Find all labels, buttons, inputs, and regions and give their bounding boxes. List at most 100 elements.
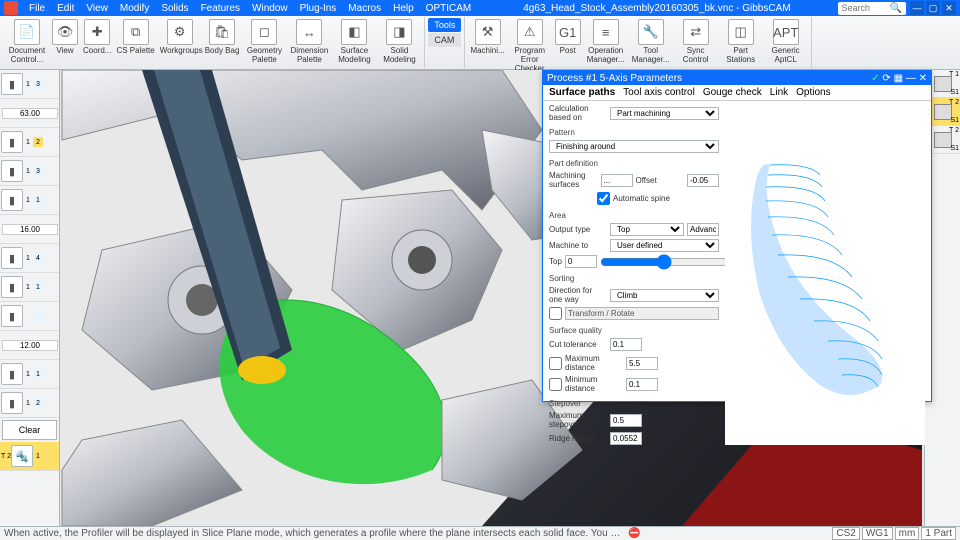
tab-link[interactable]: Link — [770, 87, 788, 98]
left-tool-row[interactable]: ▮14 — [0, 244, 59, 273]
advanced-btn[interactable] — [687, 223, 719, 236]
tab-surface-paths[interactable]: Surface paths — [549, 87, 615, 98]
dialog-refresh-icon[interactable]: ⟳ — [882, 73, 890, 84]
ribbon-btn-2[interactable]: ✚Coord... — [81, 18, 113, 65]
search-box[interactable]: 🔍 — [838, 2, 906, 15]
window-controls: — ▢ ✕ — [910, 1, 956, 15]
ridge-input[interactable] — [610, 432, 642, 445]
left-tool-row[interactable]: ▮13 — [0, 157, 59, 186]
tool-value-row: 63.00 — [0, 99, 59, 128]
search-input[interactable] — [842, 3, 887, 13]
partdef-heading: Part definition — [549, 159, 719, 168]
menu-opticam[interactable]: OPTICAM — [421, 2, 477, 15]
ribbon-label: Tool Manager... — [631, 46, 671, 64]
menu-features[interactable]: Features — [196, 2, 245, 15]
dialog-check-icon[interactable]: ✓ — [871, 73, 879, 84]
badge: 1 — [33, 195, 43, 205]
ribbon-icon: ◻ — [251, 19, 277, 45]
search-icon[interactable]: 🔍 — [890, 3, 902, 14]
ribbon-tab-cam[interactable]: CAM — [428, 33, 461, 47]
tool-icon: ▮ — [1, 363, 23, 385]
ribbon-label: Coord... — [83, 46, 111, 55]
top-slider[interactable] — [600, 257, 729, 267]
ribbon-btn2-5[interactable]: ⇄Sync Control — [674, 18, 718, 74]
ribbon-btn2-0[interactable]: ⚒Machini... — [468, 18, 506, 74]
ribbon-btn-7[interactable]: ↔Dimension Palette — [287, 18, 331, 65]
left-tool-row[interactable]: ▮11 — [0, 273, 59, 302]
pattern-select[interactable]: Finishing around — [549, 140, 719, 153]
ribbon: 📄Document Control...👁View✚Coord...⧉CS Pa… — [0, 16, 960, 70]
tab-tool-axis[interactable]: Tool axis control — [623, 87, 695, 98]
status-parts[interactable]: 1 Part — [921, 527, 956, 540]
ribbon-label: Geometry Palette — [244, 46, 284, 64]
min-dist-checkbox[interactable] — [549, 378, 562, 391]
close-button[interactable]: ✕ — [942, 1, 956, 15]
menu-macros[interactable]: Macros — [343, 2, 386, 15]
ribbon-btn2-7[interactable]: APTGeneric AptCL — [764, 18, 808, 74]
ribbon-btn2-3[interactable]: ≡Operation Manager... — [584, 18, 628, 74]
left-tool-row[interactable]: ▮11 — [0, 360, 59, 389]
max-step-input[interactable] — [610, 414, 642, 427]
dialog-close-icon[interactable]: ✕ — [919, 73, 927, 84]
left-tool-row[interactable]: ▮12 — [0, 128, 59, 157]
auto-spine-checkbox[interactable] — [597, 192, 610, 205]
output-type-select[interactable]: Top — [610, 223, 684, 236]
ribbon-icon: ◨ — [386, 19, 412, 45]
clear-button[interactable]: Clear — [2, 420, 57, 440]
calc-select[interactable]: Part machining — [610, 107, 719, 120]
minimize-button[interactable]: — — [910, 1, 924, 15]
ribbon-btn-6[interactable]: ◻Geometry Palette — [242, 18, 286, 65]
stop-icon[interactable]: ⛔ — [628, 528, 640, 539]
ribbon-btn-8[interactable]: ◧Surface Modeling — [332, 18, 376, 65]
tool-value: 12.00 — [2, 340, 58, 351]
direction-select[interactable]: Climb — [610, 289, 719, 302]
ribbon-btn-9[interactable]: ◨Solid Modeling — [377, 18, 421, 65]
max-dist-input[interactable] — [626, 357, 658, 370]
top-from-input[interactable] — [565, 255, 597, 268]
max-dist-checkbox[interactable] — [549, 357, 562, 370]
offset-input[interactable] — [687, 174, 719, 187]
status-wg[interactable]: WG1 — [862, 527, 893, 540]
ribbon-btn-3[interactable]: ⧉CS Palette — [114, 18, 156, 65]
menu-view[interactable]: View — [81, 2, 113, 15]
left-tool-row[interactable]: ▮ — [0, 302, 59, 331]
menu-plugins[interactable]: Plug-Ins — [295, 2, 342, 15]
ribbon-btn2-1[interactable]: ⚠Program Error Checker — [508, 18, 552, 74]
ribbon-btn2-2[interactable]: G1Post — [553, 18, 583, 74]
toolpath-preview — [725, 104, 925, 445]
min-dist-input[interactable] — [626, 378, 658, 391]
menu-window[interactable]: Window — [247, 2, 293, 15]
tab-gouge[interactable]: Gouge check — [703, 87, 762, 98]
ribbon-btn-5[interactable]: 🛍Body Bag — [203, 18, 242, 65]
transform-checkbox[interactable] — [549, 307, 562, 320]
menu-edit[interactable]: Edit — [52, 2, 79, 15]
ribbon-tab-tools[interactable]: Tools — [428, 18, 461, 32]
left-tool-row[interactable]: ▮11 — [0, 186, 59, 215]
cut-tol-input[interactable] — [610, 338, 642, 351]
ribbon-btn-0[interactable]: 📄Document Control... — [5, 18, 49, 65]
left-tool-row[interactable]: ▮13 — [0, 70, 59, 99]
left-active-tool[interactable]: T 2 🔩 1 — [0, 442, 59, 471]
status-cs[interactable]: CS2 — [832, 527, 859, 540]
ribbon-icon: 🛍 — [209, 19, 235, 45]
tool-icon: ▮ — [1, 392, 23, 414]
dialog-settings-icon[interactable]: ▦ — [894, 73, 903, 84]
machining-surfaces-btn[interactable] — [601, 174, 633, 187]
maximize-button[interactable]: ▢ — [926, 1, 940, 15]
dialog-minimize-icon[interactable]: — — [906, 73, 916, 84]
sorting-heading: Sorting — [549, 274, 719, 283]
menu-file[interactable]: File — [24, 2, 50, 15]
ribbon-btn-4[interactable]: ⚙Workgroups — [158, 18, 202, 65]
ribbon-btn-1[interactable]: 👁View — [50, 18, 80, 65]
menu-solids[interactable]: Solids — [156, 2, 193, 15]
left-tool-row[interactable]: ▮12 — [0, 389, 59, 418]
menu-help[interactable]: Help — [388, 2, 419, 15]
tab-options[interactable]: Options — [796, 87, 830, 98]
ribbon-btn2-4[interactable]: 🔧Tool Manager... — [629, 18, 673, 74]
ribbon-btn2-6[interactable]: ◫Part Stations — [719, 18, 763, 74]
status-unit[interactable]: mm — [895, 527, 920, 540]
tool-icon: ▮ — [1, 131, 23, 153]
menu-modify[interactable]: Modify — [115, 2, 154, 15]
ribbon-label: View — [56, 46, 73, 55]
machine-to-select[interactable]: User defined — [610, 239, 719, 252]
